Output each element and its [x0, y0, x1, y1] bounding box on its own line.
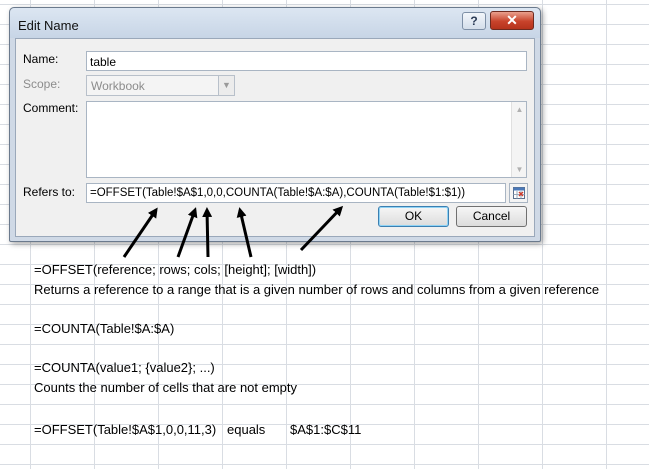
- offset-result-note: $A$1:$C$11: [290, 422, 362, 437]
- dialog-titlebar[interactable]: Edit Name ? ✕: [10, 8, 540, 38]
- cancel-button[interactable]: Cancel: [456, 206, 527, 227]
- close-button[interactable]: ✕: [490, 11, 534, 30]
- dialog-title: Edit Name: [18, 18, 79, 33]
- refers-to-input[interactable]: =OFFSET(Table!$A$1,0,0,COUNTA(Table!$A:$…: [86, 183, 506, 203]
- offset-example-note: =OFFSET(Table!$A$1,0,0,11,3): [34, 422, 217, 437]
- help-button[interactable]: ?: [462, 12, 486, 30]
- counta-syntax-note: =COUNTA(value1; {value2}; ...): [34, 360, 215, 375]
- scroll-down-icon[interactable]: ▼: [512, 162, 527, 177]
- name-input[interactable]: table: [86, 51, 527, 71]
- scope-label: Scope:: [23, 77, 61, 91]
- comment-textarea[interactable]: ▲ ▼: [86, 101, 527, 178]
- offset-description-note: Returns a reference to a range that is a…: [34, 282, 600, 297]
- chevron-down-icon: ▼: [218, 76, 234, 95]
- scope-select: Workbook ▼: [86, 75, 235, 96]
- name-label: Name:: [23, 52, 59, 66]
- scope-value: Workbook: [91, 79, 145, 93]
- counta-description-note: Counts the number of cells that are not …: [34, 380, 298, 395]
- scroll-up-icon[interactable]: ▲: [512, 102, 527, 117]
- comment-scrollbar[interactable]: ▲ ▼: [511, 102, 526, 177]
- comment-label: Comment:: [23, 101, 79, 115]
- range-select-icon: [513, 187, 525, 199]
- dialog-body: Name: table Scope: Workbook ▼ Comment: ▲…: [15, 38, 535, 237]
- edit-name-dialog: Edit Name ? ✕ Name: table Scope: Workboo…: [9, 7, 541, 242]
- close-icon: ✕: [506, 12, 518, 28]
- ok-button[interactable]: OK: [378, 206, 449, 227]
- refers-to-label: Refers to:: [23, 185, 76, 199]
- offset-syntax-note: =OFFSET(reference; rows; cols; [height];…: [34, 262, 317, 277]
- offset-equals-label: equals: [227, 422, 266, 437]
- counta-example-note: =COUNTA(Table!$A:$A): [34, 321, 175, 336]
- collapse-dialog-button[interactable]: [509, 183, 528, 203]
